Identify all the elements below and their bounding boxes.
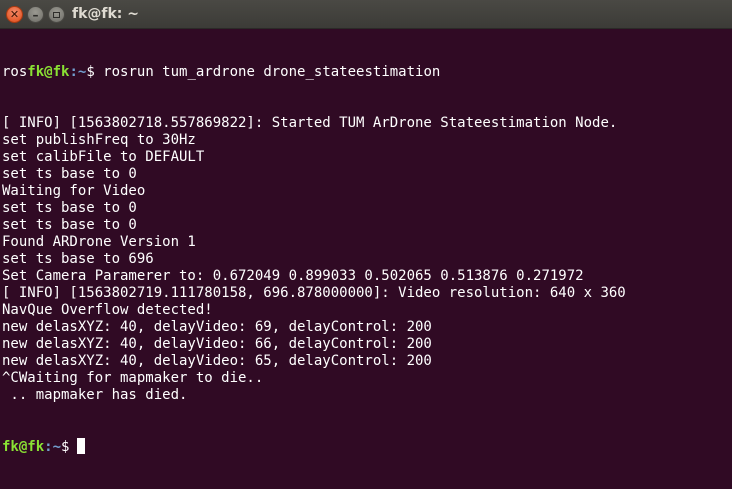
- output-line: set ts base to 696: [2, 251, 154, 267]
- output-line: set calibFile to DEFAULT: [2, 149, 205, 165]
- output-line: NavQue Overflow detected!: [2, 302, 213, 318]
- title-bar[interactable]: ✕ – fk@fk: ~: [0, 0, 732, 29]
- output-line: new delasXYZ: 40, delayVideo: 65, delayC…: [2, 353, 432, 369]
- close-button[interactable]: ✕: [6, 6, 23, 23]
- active-prompt-line[interactable]: fk@fk:~$: [2, 438, 732, 455]
- prompt-symbol: $: [61, 439, 70, 455]
- output-line: [ INFO] [1563802718.557869822]: Started …: [2, 115, 618, 131]
- output-line: [ INFO] [1563802719.111780158, 696.87800…: [2, 285, 626, 301]
- prompt-user: fk@fk: [27, 64, 70, 80]
- minimize-button[interactable]: –: [27, 6, 44, 23]
- window-title: fk@fk: ~: [72, 6, 140, 22]
- prompt-prefix: ros: [2, 64, 28, 80]
- maximize-icon: [53, 11, 60, 18]
- close-icon: ✕: [9, 8, 20, 21]
- prompt-user: fk@fk: [2, 439, 45, 455]
- output-line: Waiting for Video: [2, 183, 146, 199]
- text-cursor: [77, 438, 86, 454]
- output-line: ^CWaiting for mapmaker to die..: [2, 370, 264, 386]
- output-line: set ts base to 0: [2, 217, 137, 233]
- output-line: new delasXYZ: 40, delayVideo: 69, delayC…: [2, 319, 432, 335]
- command-text: rosrun tum_ardrone drone_stateestimation: [103, 64, 441, 80]
- output-line: set publishFreq to 30Hz: [2, 132, 196, 148]
- output-line: Found ARDrone Version 1: [2, 234, 196, 250]
- maximize-button[interactable]: [48, 6, 65, 23]
- prompt-path: :~: [44, 439, 62, 455]
- output-line: set ts base to 0: [2, 200, 137, 216]
- command-line: rosfk@fk:~$ rosrun tum_ardrone drone_sta…: [2, 64, 732, 81]
- prompt-path: :~: [69, 64, 87, 80]
- output-line: set ts base to 0: [2, 166, 137, 182]
- output-block: [ INFO] [1563802718.557869822]: Started …: [2, 115, 732, 404]
- terminal-window: ✕ – fk@fk: ~ rosfk@fk:~$ rosrun tum_ardr…: [0, 0, 732, 455]
- terminal-content[interactable]: rosfk@fk:~$ rosrun tum_ardrone drone_sta…: [2, 30, 732, 455]
- minimize-icon: –: [32, 7, 39, 22]
- output-line: Set Camera Paramerer to: 0.672049 0.8990…: [2, 268, 584, 284]
- output-line: .. mapmaker has died.: [2, 387, 188, 403]
- prompt-symbol: $: [86, 64, 104, 80]
- output-line: new delasXYZ: 40, delayVideo: 66, delayC…: [2, 336, 432, 352]
